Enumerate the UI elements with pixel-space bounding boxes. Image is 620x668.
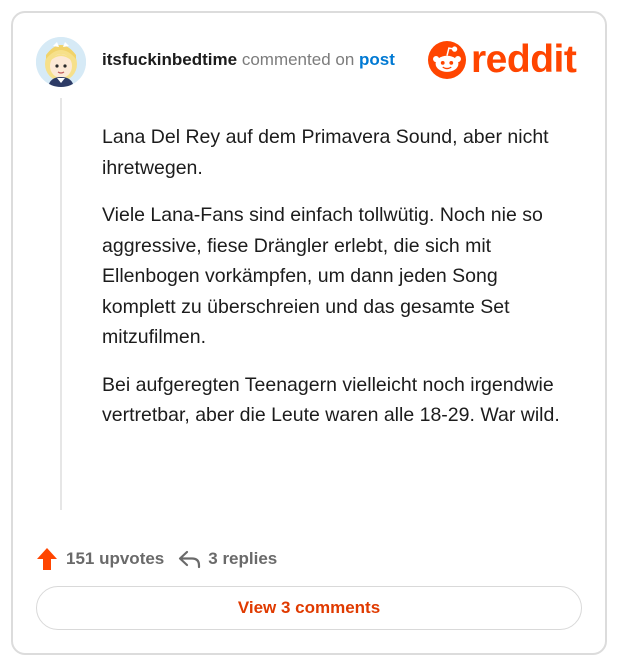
reply-count[interactable]: 3 replies (208, 549, 277, 569)
reddit-snoo-icon (428, 41, 466, 79)
avatar-illustration (36, 37, 86, 87)
comment-paragraph: Lana Del Rey auf dem Primavera Sound, ab… (102, 126, 549, 179)
comment-paragraph: Bei aufgeregten Teenagern vielleicht noc… (102, 373, 560, 427)
reply-icon[interactable] (178, 549, 202, 569)
view-comments-button[interactable]: View 3 comments (36, 586, 582, 630)
comment-body: Lana Del Rey auf dem Primavera Sound, ab… (102, 122, 572, 448)
action-text: commented on (241, 50, 355, 69)
comment-paragraph: Viele Lana-Fans sind einfach tollwütig. … (102, 204, 543, 348)
username-link[interactable]: itsfuckinbedtime (102, 50, 237, 69)
upvote-icon[interactable] (36, 547, 58, 571)
reddit-wordmark: reddit (471, 38, 577, 81)
reddit-logo[interactable]: reddit (428, 38, 577, 81)
post-link[interactable]: post (359, 50, 395, 69)
comment-footer: 151 upvotes 3 replies (36, 547, 277, 571)
thread-line[interactable] (60, 98, 62, 510)
avatar[interactable] (36, 37, 86, 87)
comment-header: itsfuckinbedtime commented on post (102, 49, 395, 71)
upvote-count: 151 upvotes (66, 549, 165, 568)
